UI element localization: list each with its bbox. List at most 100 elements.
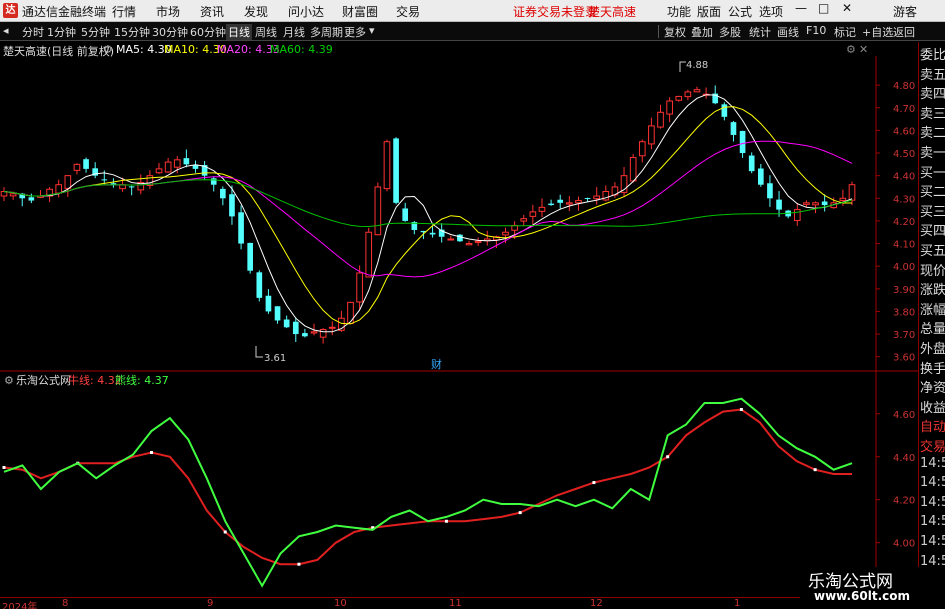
candle-down [302,333,308,337]
minimize-icon[interactable]: — [795,1,807,15]
candle-down [776,199,782,210]
period-60min[interactable]: 60分钟 [190,24,226,40]
menu-zixun[interactable]: 资讯 [200,3,224,20]
candle-up [347,301,354,324]
side-label-14: 总量 [920,322,945,338]
candle-down [730,122,737,135]
menu-shichang[interactable]: 市场 [156,3,180,20]
bull-line-dot [2,466,6,470]
price-tick-label: 3.80 [893,307,915,318]
candle-down [183,158,190,165]
btn-diejia[interactable]: 叠加 [691,24,713,40]
btn-huaxian[interactable]: 画线 [777,24,799,40]
candle-up [538,206,546,212]
candle-up [693,89,701,93]
menu-hangqing[interactable]: 行情 [112,3,136,20]
menu-jiaoyi[interactable]: 交易 [396,3,420,20]
btn-biaoji[interactable]: 标记 [834,24,856,40]
maximize-icon[interactable]: □ [818,1,829,15]
menu-banmian[interactable]: 版面 [697,3,721,20]
candle-up [566,202,573,205]
candle-down [557,199,564,203]
side-label-19: 自动 [920,420,945,436]
menu-gongshi[interactable]: 公式 [728,3,752,20]
period-daily[interactable]: 日线 [226,24,252,40]
side-label-20: 交易 [920,440,945,455]
candle-up [529,211,537,217]
bull-line-dot [297,562,301,566]
period-5min[interactable]: 5分钟 [81,24,110,40]
btn-back[interactable]: 返回 [893,24,915,40]
candle-down [548,203,554,206]
period-weekly[interactable]: 周线 [255,24,277,40]
candle-up [310,331,318,334]
quote-side-panel: 委比 卖五 卖四 卖三 卖二 卖一 买一 买二 买三 买四 买五 现价 涨跌 涨幅 总量 外盘 换手 净资 收益 自动… [918,42,945,609]
period-multi[interactable]: 多周期 [310,24,343,40]
candle-down [283,319,290,328]
candle-down [748,155,755,172]
app-name: 通达信金融终端 [22,5,107,19]
btn-fuquan[interactable]: 复权 [664,24,686,40]
price-tick-label: 4.30 [893,194,915,205]
date-label-aug: 8 [62,598,69,609]
price-tick-label: 4.50 [893,149,915,160]
bull-line-dot [592,481,596,485]
side-label-6: 买一 [920,165,945,181]
period-15min[interactable]: 15分钟 [114,24,150,40]
trade-login-status[interactable]: 证券交易未登录 [513,3,597,20]
sidebar-toggle-icon[interactable]: ◂ [3,24,9,37]
menu-faxian[interactable]: 发现 [244,3,268,20]
candle-up [164,161,172,173]
guest-label[interactable]: 游客 [893,3,917,20]
btn-add-watchlist[interactable]: +自选 [862,24,893,40]
btn-f10[interactable]: F10 [806,24,826,37]
sub-tick-label: 4.00 [893,539,915,550]
bull-line-dot [444,519,448,523]
candle-down [584,198,591,200]
candle-down [238,212,244,244]
date-label-year: 2024年 [2,602,38,609]
side-label-23: 14:56 [920,494,945,510]
title-bar: 达 通达信金融终端 行情 市场 资讯 发现 问小达 财富圈 交易 证券交易未登录… [0,0,945,22]
ma20-line [3,140,853,278]
high-annotation: 4.88 [686,60,708,71]
candle-up [55,184,63,194]
candle-up [465,243,473,246]
period-more[interactable]: 更多 [344,24,366,40]
date-label-sep: 9 [207,598,214,609]
period-30min[interactable]: 30分钟 [152,24,188,40]
btn-tongji[interactable]: 统计 [749,24,771,40]
bull-line-dot [223,530,227,534]
menu-xuanxiang[interactable]: 选项 [759,3,783,20]
price-tick-label: 3.90 [893,285,915,296]
candle-down [247,242,254,271]
side-label-24: 14:56 [920,514,945,530]
close-icon[interactable]: ✕ [842,1,852,15]
candle-up [629,157,637,182]
candle-down [274,306,281,321]
period-monthly[interactable]: 月线 [283,24,305,40]
candle-down [28,197,35,201]
side-label-25: 14:56 [920,534,945,549]
candle-down [457,234,463,242]
period-fenshi[interactable]: 分时 [22,24,44,40]
sub-settings-icon[interactable]: ⚙ [4,374,14,387]
btn-duogu[interactable]: 多股 [719,24,741,40]
more-dropdown-icon[interactable]: ▾ [369,24,375,37]
candle-up [520,218,528,222]
chart-area[interactable]: 3.60 3.70 3.80 3.90 4.00 4.10 4.20 4.30 4.40 4.50… [0,42,918,597]
candle-down [821,201,828,206]
candle-down [210,178,217,185]
side-label-22: 14:56 [920,475,945,491]
bear-line-value: 熊线: 4.37 [115,373,169,387]
candle-up [356,272,363,303]
candle-up [793,209,801,222]
menu-caifuquan[interactable]: 财富圈 [342,3,378,20]
candle-down [265,295,272,312]
menu-gongneng[interactable]: 功能 [667,3,691,20]
finance-report-marker[interactable]: 财 [431,357,442,371]
side-label-3: 卖三 [920,106,945,122]
side-label-4: 卖二 [920,126,945,142]
period-1min[interactable]: 1分钟 [47,24,76,40]
menu-wenxiaoda[interactable]: 问小达 [288,3,324,20]
